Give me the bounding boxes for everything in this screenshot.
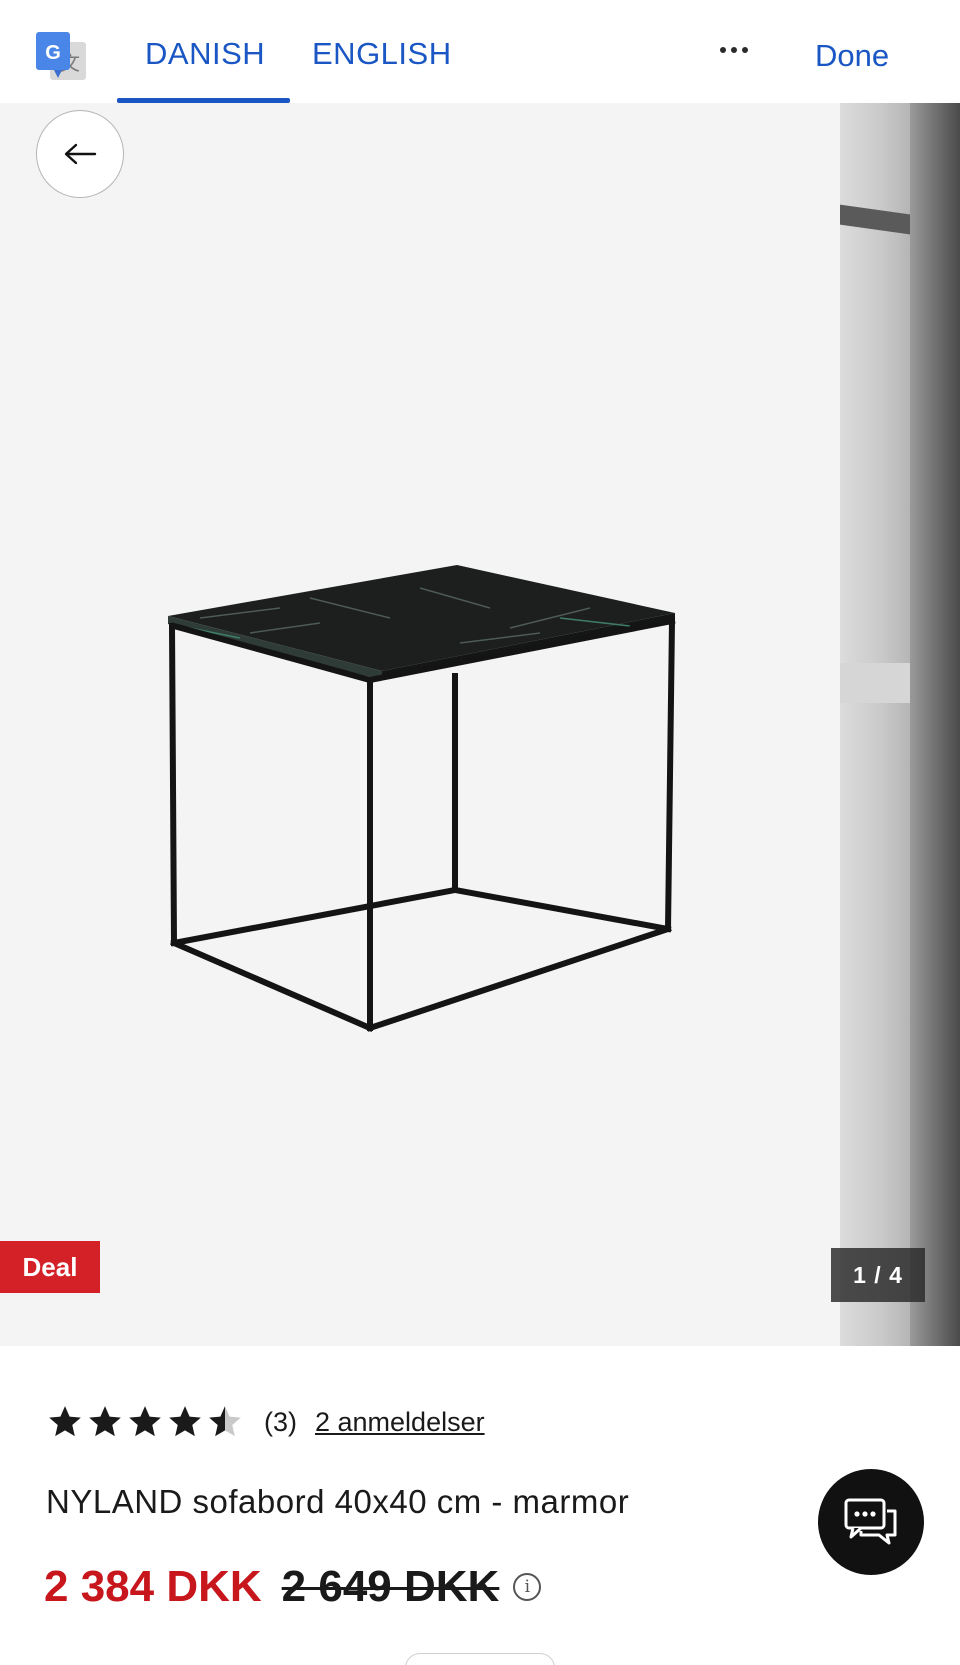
image-counter: 1 / 4 <box>831 1248 925 1302</box>
price-original: 2 649 DKK <box>281 1562 500 1611</box>
more-options-button[interactable] <box>712 28 756 72</box>
rating-row: (3) 2 anmeldelser <box>46 1400 485 1444</box>
chat-button[interactable] <box>818 1469 924 1575</box>
price-current: 2 384 DKK <box>44 1562 262 1611</box>
svg-text:G: G <box>45 42 61 64</box>
star-full-icon <box>49 1406 81 1437</box>
product-title: NYLAND sofabord 40x40 cm - marmor <box>46 1483 630 1520</box>
star-full-icon <box>89 1406 121 1437</box>
done-button[interactable]: Done <box>815 38 889 74</box>
deal-badge: Deal <box>0 1241 100 1293</box>
back-button[interactable] <box>36 110 124 198</box>
price-row: 2 384 DKK 2 649 DKK i <box>44 1562 542 1612</box>
tab-english[interactable]: ENGLISH <box>312 36 452 72</box>
reviews-link[interactable]: 2 anmeldelser <box>315 1407 485 1438</box>
image-gallery[interactable]: Deal 1 / 4 <box>0 103 960 1346</box>
product-image <box>168 565 676 1032</box>
arrow-left-icon <box>64 143 97 165</box>
star-rating <box>46 1403 244 1441</box>
star-full-icon <box>129 1406 161 1437</box>
google-translate-icon[interactable]: 文 G <box>36 32 88 84</box>
star-full-icon <box>169 1406 201 1437</box>
star-half-icon <box>209 1406 241 1437</box>
chat-bubbles-icon <box>844 1498 897 1545</box>
tab-danish[interactable]: DANISH <box>145 36 265 72</box>
info-icon[interactable]: i <box>513 1573 542 1601</box>
bottom-button-edge[interactable] <box>405 1653 555 1665</box>
rating-count: (3) <box>264 1406 297 1437</box>
gallery-slide-current <box>0 103 840 1346</box>
gallery-slide-next[interactable] <box>840 103 960 1346</box>
translate-bar: 文 G DANISH ENGLISH Done <box>0 0 960 103</box>
more-horizontal-icon <box>720 47 726 53</box>
